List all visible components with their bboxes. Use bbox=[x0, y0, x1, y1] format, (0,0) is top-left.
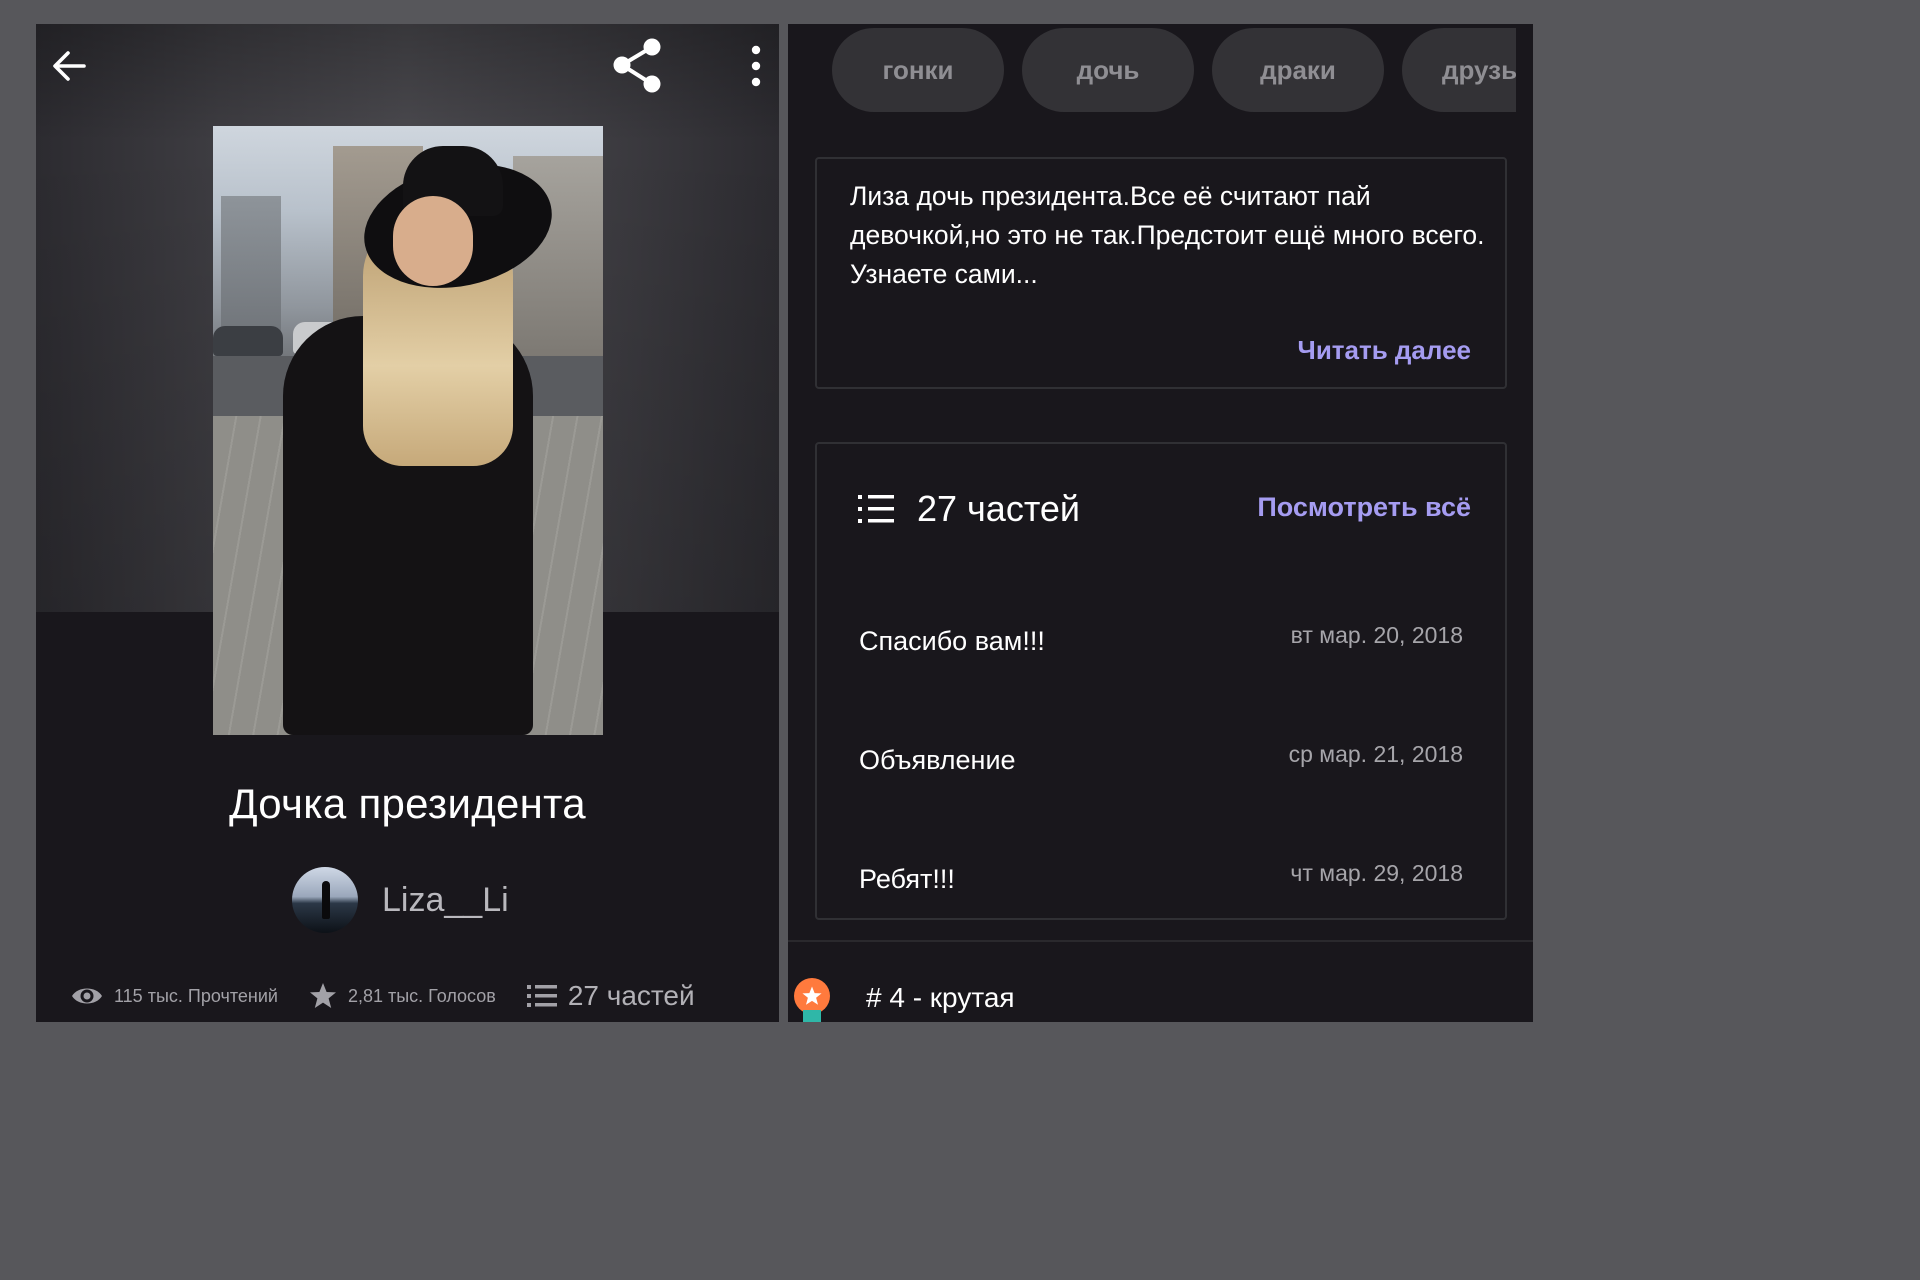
part-list-item[interactable]: Спасибо вам!!! вт мар. 20, 2018 bbox=[817, 606, 1505, 706]
eye-icon bbox=[72, 988, 102, 1004]
tag-chip[interactable]: гонки bbox=[832, 28, 1004, 112]
author-avatar[interactable] bbox=[292, 867, 358, 933]
description-card: Лиза дочь президента.Все её считают пай … bbox=[815, 157, 1507, 389]
parts-card: 27 частей Посмотреть всё Спасибо вам!!! … bbox=[815, 442, 1507, 920]
author-link[interactable]: Liza__Li bbox=[292, 867, 509, 933]
author-name[interactable]: Liza__Li bbox=[382, 881, 509, 920]
back-button[interactable] bbox=[46, 42, 94, 90]
part-date: чт мар. 29, 2018 bbox=[1290, 860, 1463, 886]
part-list-item[interactable]: Объявление ср мар. 21, 2018 bbox=[817, 725, 1505, 825]
votes-stat: 2,81 тыс. Голосов bbox=[308, 981, 496, 1011]
story-cover-screen: Дочка президента Liza__Li 115 тыс. Прочт… bbox=[36, 24, 779, 1022]
story-title: Дочка президента bbox=[229, 780, 586, 827]
rank-label[interactable]: # 4 - крутая bbox=[866, 982, 1015, 1014]
star-icon bbox=[309, 983, 336, 1008]
tag-chip[interactable]: драки bbox=[1212, 28, 1384, 112]
parts-header: 27 частей bbox=[857, 482, 1080, 536]
votes-count: 2,81 тыс. Голосов bbox=[347, 985, 496, 1006]
part-list-item[interactable]: Ребят!!! чт мар. 29, 2018 bbox=[817, 844, 1505, 944]
part-title[interactable]: Спасибо вам!!! bbox=[859, 626, 1045, 657]
story-details-screen: гонки дочь драки друзья Лиза дочь презид… bbox=[788, 24, 1533, 1022]
part-date: ср мар. 21, 2018 bbox=[1288, 741, 1463, 767]
tag-chip[interactable]: дочь bbox=[1022, 28, 1194, 112]
view-all-parts-link[interactable]: Посмотреть всё bbox=[1257, 492, 1471, 523]
rank-badge-icon bbox=[788, 974, 834, 1022]
reads-stat: 115 тыс. Прочтений bbox=[70, 984, 278, 1008]
parts-stat[interactable]: 27 частей bbox=[526, 980, 695, 1012]
tags-row[interactable]: гонки дочь драки друзья bbox=[788, 24, 1516, 118]
arrow-left-icon bbox=[53, 51, 86, 81]
story-description: Лиза дочь президента.Все её считают пай … bbox=[850, 181, 1485, 289]
part-title[interactable]: Объявление bbox=[859, 745, 1016, 776]
tag-chip[interactable]: друзья bbox=[1402, 28, 1516, 112]
ranking-item[interactable]: # 4 - крутая bbox=[788, 974, 1015, 1022]
list-icon bbox=[526, 985, 557, 1007]
read-more-link[interactable]: Читать далее bbox=[1298, 335, 1471, 366]
story-cover-image[interactable] bbox=[213, 126, 603, 735]
more-vertical-icon bbox=[751, 45, 761, 87]
list-icon bbox=[858, 495, 894, 523]
parts-count-title: 27 частей bbox=[917, 488, 1081, 529]
story-stats: 115 тыс. Прочтений 2,81 тыс. Голосов 27 … bbox=[70, 974, 695, 1018]
parts-count[interactable]: 27 частей bbox=[568, 980, 695, 1012]
section-divider bbox=[788, 940, 1533, 942]
star-icon bbox=[802, 986, 822, 1005]
share-button[interactable] bbox=[606, 34, 670, 98]
reads-count: 115 тыс. Прочтений bbox=[114, 985, 278, 1006]
part-date: вт мар. 20, 2018 bbox=[1290, 622, 1463, 648]
share-icon bbox=[613, 38, 661, 93]
more-options-button[interactable] bbox=[736, 38, 776, 94]
part-title[interactable]: Ребят!!! bbox=[859, 864, 955, 895]
